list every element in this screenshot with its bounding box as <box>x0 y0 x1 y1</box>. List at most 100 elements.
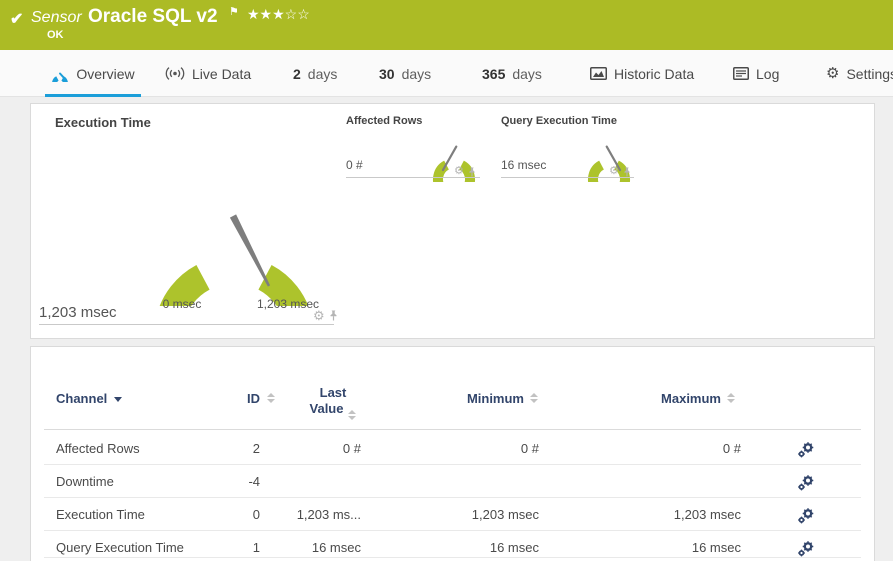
column-header-last-value[interactable]: Last Value <box>283 385 383 420</box>
channel-id: 2 <box>252 441 260 456</box>
maximum-value: 16 msec <box>691 540 741 555</box>
tab-label: Overview <box>76 65 135 82</box>
channel-id: 0 <box>252 507 260 522</box>
sensor-header: ✔ Sensor Oracle SQL v2 ⚑ ★★★☆☆ OK <box>0 0 893 50</box>
tab-settings[interactable]: ⚙ Settings <box>826 50 893 97</box>
gauge-block-actions: ⚙ <box>454 166 476 177</box>
priority-stars[interactable]: ★★★☆☆ <box>247 6 310 23</box>
tab-overview[interactable]: Overview <box>45 50 141 97</box>
tab-2-days[interactable]: 2 days <box>293 50 337 97</box>
column-header-channel[interactable]: Channel <box>56 391 123 406</box>
channel-name[interactable]: Query Execution Time <box>56 540 184 555</box>
last-value: 1,203 ms... <box>296 507 361 522</box>
divider <box>44 497 861 498</box>
gauges-panel: Execution Time 0 msec 1,203 msec 1,203 m… <box>30 103 875 339</box>
minimum-value: 1,203 msec <box>471 507 539 522</box>
tab-label: Settings <box>846 65 893 82</box>
tab-number: 2 <box>293 65 301 82</box>
channel-name[interactable]: Affected Rows <box>56 441 140 456</box>
tab-bar: Overview Live Data 2 days 30 days 365 da… <box>0 50 893 97</box>
log-icon <box>733 67 749 80</box>
sort-arrows-icon <box>348 410 357 420</box>
last-value: 16 msec <box>311 540 361 555</box>
tab-number: 30 <box>379 65 395 82</box>
column-header-label: Channel <box>56 391 108 406</box>
channel-name[interactable]: Execution Time <box>56 507 145 522</box>
gauge-scale-max: 1,203 msec <box>256 297 320 311</box>
divider <box>44 530 861 531</box>
pin-icon[interactable] <box>623 167 631 177</box>
divider <box>44 557 861 558</box>
execution-time-gauge <box>159 214 309 306</box>
column-header-id[interactable]: ID <box>176 391 260 406</box>
active-tab-indicator <box>45 94 141 97</box>
object-kind-label: Sensor <box>31 9 82 26</box>
column-header-maximum[interactable]: Maximum <box>611 391 721 406</box>
channel-settings-icon[interactable] <box>797 507 815 528</box>
minimum-value: 16 msec <box>489 540 539 555</box>
column-header-label: Last <box>319 385 347 400</box>
minimum-value: 0 # <box>520 441 539 456</box>
column-header-label: Value <box>309 401 344 416</box>
tab-label: days <box>307 65 338 82</box>
table-row-downtime[interactable]: Downtime -4 <box>31 474 874 507</box>
tab-label: Live Data <box>192 65 252 82</box>
sort-arrows-icon[interactable] <box>267 393 275 403</box>
tab-label: Historic Data <box>614 65 695 82</box>
page-title: Oracle SQL v2 <box>88 6 218 27</box>
gear-icon[interactable]: ⚙ <box>313 309 325 322</box>
channel-settings-icon[interactable] <box>797 441 815 462</box>
divider <box>39 324 334 325</box>
channel-settings-icon[interactable] <box>797 474 815 495</box>
gauge-value: 1,203 msec <box>39 304 117 321</box>
gauge-title: Execution Time <box>55 115 151 130</box>
table-row-affected-rows[interactable]: Affected Rows 2 0 # 0 # 0 # <box>31 441 874 474</box>
status-badge: OK <box>47 29 64 41</box>
column-header-label: ID <box>247 391 260 406</box>
tab-30-days[interactable]: 30 days <box>379 50 431 97</box>
sort-caret-down-icon <box>114 397 123 402</box>
pin-icon[interactable] <box>468 167 476 177</box>
stars-empty[interactable]: ☆☆ <box>285 6 310 22</box>
maximum-value: 0 # <box>722 441 741 456</box>
gauge-scale-min: 0 msec <box>162 297 202 311</box>
gear-icon[interactable]: ⚙ <box>454 166 464 177</box>
sort-arrows-icon[interactable] <box>727 393 735 403</box>
status-ok-check-icon: ✔ <box>10 11 24 28</box>
channel-name[interactable]: Downtime <box>56 474 114 489</box>
sort-arrows-icon[interactable] <box>530 393 538 403</box>
tab-historic-data[interactable]: Historic Data <box>590 50 694 97</box>
gauge-block-actions: ⚙ <box>313 309 338 322</box>
chart-icon <box>590 67 607 80</box>
pin-icon[interactable] <box>329 310 338 321</box>
column-header-label: Maximum <box>661 391 721 406</box>
gauge-title: Affected Rows <box>346 115 423 127</box>
flag-icon[interactable]: ⚑ <box>229 5 239 18</box>
tab-live-data[interactable]: Live Data <box>165 50 251 97</box>
tab-label: days <box>512 65 542 82</box>
channel-id: -4 <box>248 474 260 489</box>
divider <box>346 177 480 178</box>
gauge-value: 16 msec <box>501 158 547 172</box>
channel-table-panel: Channel ID Last Value Minimum Maximum Af… <box>30 346 875 561</box>
gauge-block-actions: ⚙ <box>609 166 631 177</box>
gauge-icon <box>52 72 69 82</box>
divider <box>44 464 861 465</box>
divider <box>44 429 861 430</box>
stars-filled[interactable]: ★★★ <box>247 6 285 22</box>
column-header-minimum[interactable]: Minimum <box>411 391 524 406</box>
last-value: 0 # <box>342 441 361 456</box>
gear-icon[interactable]: ⚙ <box>609 166 619 177</box>
gauge-value: 0 # <box>346 158 363 172</box>
tab-log[interactable]: Log <box>733 50 779 97</box>
channel-id: 1 <box>252 540 260 555</box>
table-row-execution-time[interactable]: Execution Time 0 1,203 ms... 1,203 msec … <box>31 507 874 540</box>
tab-365-days[interactable]: 365 days <box>482 50 542 97</box>
tab-label: days <box>401 65 432 82</box>
tab-label: Log <box>756 65 780 82</box>
column-header-label: Minimum <box>466 391 524 406</box>
maximum-value: 1,203 msec <box>673 507 741 522</box>
tab-number: 365 <box>482 65 506 82</box>
divider <box>501 177 634 178</box>
live-icon <box>165 67 185 80</box>
